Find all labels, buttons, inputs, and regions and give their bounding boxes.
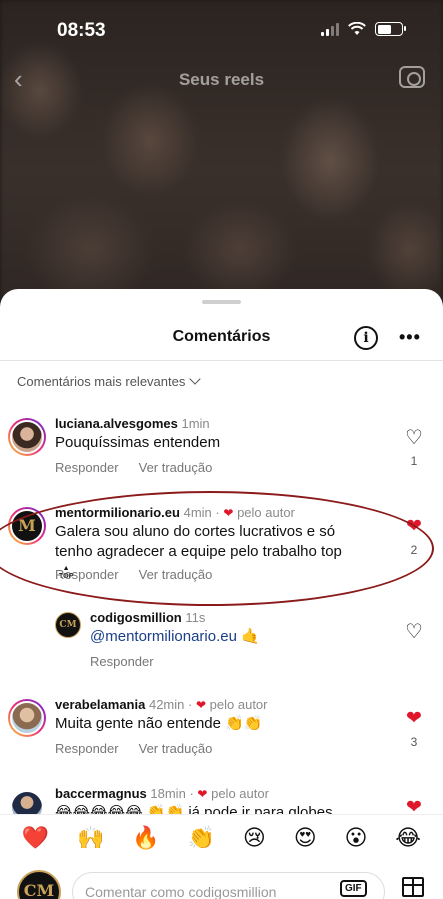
more-options-icon[interactable]: ••• <box>399 327 421 348</box>
cellular-signal-icon <box>321 22 339 36</box>
comment-text: @mentormilionario.eu 🤙 <box>90 628 260 645</box>
translate-button[interactable]: Ver tradução <box>139 460 213 475</box>
status-bar: 08:53 <box>0 0 443 58</box>
camera-icon[interactable] <box>399 66 425 88</box>
comment-actions: Responder Ver tradução <box>55 460 232 475</box>
like-control[interactable]: ❤ 3 <box>402 709 426 750</box>
reply-button[interactable]: Responder <box>55 741 119 756</box>
divider <box>0 360 443 361</box>
reels-title: Seus reels <box>178 70 265 89</box>
like-count: 2 <box>410 543 418 557</box>
comment-input[interactable]: Comentar como codigosmillion <box>72 872 385 899</box>
comment-username[interactable]: luciana.alvesgomes 1min <box>55 416 210 431</box>
reaction-raised-hands[interactable]: 🙌 <box>77 825 104 851</box>
comment-username[interactable]: baccermagnus 18min · ❤ pelo autor <box>55 786 269 801</box>
comment-actions: Responder Ver tradução <box>55 567 232 582</box>
translate-button[interactable]: Ver tradução <box>139 567 213 582</box>
like-control[interactable]: ❤ 2 <box>402 517 426 558</box>
drag-handle[interactable] <box>202 300 241 304</box>
quick-reactions-bar: ❤️ 🙌 🔥 👏 😢 😍 😮 😂 <box>0 814 443 860</box>
like-count: 1 <box>410 454 418 468</box>
comments-sheet: Comentários i ••• Comentários mais relev… <box>0 289 443 899</box>
avatar[interactable]: CM <box>55 612 81 638</box>
reply-button[interactable]: Responder <box>90 654 154 669</box>
like-count: 3 <box>410 735 418 749</box>
comment-username[interactable]: mentormilionario.eu 4min · ❤ pelo autor <box>55 505 295 520</box>
reels-header: ‹ Seus reels <box>0 62 443 98</box>
comment-composer: CM Comentar como codigosmillion GIF <box>0 860 443 899</box>
status-time: 08:53 <box>57 20 106 41</box>
reaction-laughing[interactable]: 😂 <box>395 825 421 851</box>
chevron-down-icon <box>189 373 202 385</box>
reaction-crying[interactable]: 😢 <box>243 825 266 851</box>
translate-button[interactable]: Ver tradução <box>139 741 213 756</box>
my-avatar[interactable]: CM <box>17 870 61 899</box>
comment-username[interactable]: codigosmillion 11s <box>90 610 205 625</box>
info-icon[interactable]: i <box>354 326 378 350</box>
sort-label: Comentários mais relevantes <box>17 374 186 389</box>
reaction-surprised[interactable]: 😮 <box>344 825 367 851</box>
comment-actions: Responder Ver tradução <box>55 741 232 756</box>
wifi-icon <box>348 22 366 35</box>
mention-link[interactable]: @mentormilionario.eu <box>90 628 237 645</box>
like-control[interactable]: ♡ <box>402 622 426 642</box>
system-icons <box>321 22 406 36</box>
comment-text: Pouquíssimas entendem <box>55 434 221 451</box>
comment-text: Muita gente não entende 👏👏 <box>55 715 263 732</box>
battery-icon <box>375 22 406 36</box>
reply-button[interactable]: Responder <box>55 567 119 582</box>
heart-filled-icon[interactable]: ❤ <box>402 517 426 537</box>
heart-filled-icon: ❤ <box>195 698 207 712</box>
reaction-heart[interactable]: ❤️ <box>22 825 49 851</box>
reaction-clap[interactable]: 👏 <box>188 825 215 851</box>
reaction-heart-eyes[interactable]: 😍 <box>294 825 317 851</box>
gif-button[interactable]: GIF <box>340 880 367 897</box>
sort-dropdown[interactable]: Comentários mais relevantes <box>17 373 202 389</box>
heart-filled-icon[interactable]: ❤ <box>402 709 426 729</box>
avatar[interactable] <box>8 699 46 737</box>
heart-filled-icon: ❤ <box>223 506 234 520</box>
gift-icon[interactable] <box>402 877 424 897</box>
heart-outline-icon[interactable]: ♡ <box>402 428 426 448</box>
comment-username[interactable]: verabelamania 42min · ❤ pelo autor <box>55 697 268 712</box>
reply-button[interactable]: Responder <box>55 460 119 475</box>
avatar[interactable] <box>8 507 46 545</box>
comment-actions: Responder <box>90 654 174 669</box>
avatar[interactable] <box>8 418 46 456</box>
heart-outline-icon[interactable]: ♡ <box>402 622 426 642</box>
like-control[interactable]: ♡ 1 <box>402 428 426 468</box>
reaction-fire[interactable]: 🔥 <box>132 825 159 851</box>
heart-filled-icon: ❤ <box>197 787 208 801</box>
